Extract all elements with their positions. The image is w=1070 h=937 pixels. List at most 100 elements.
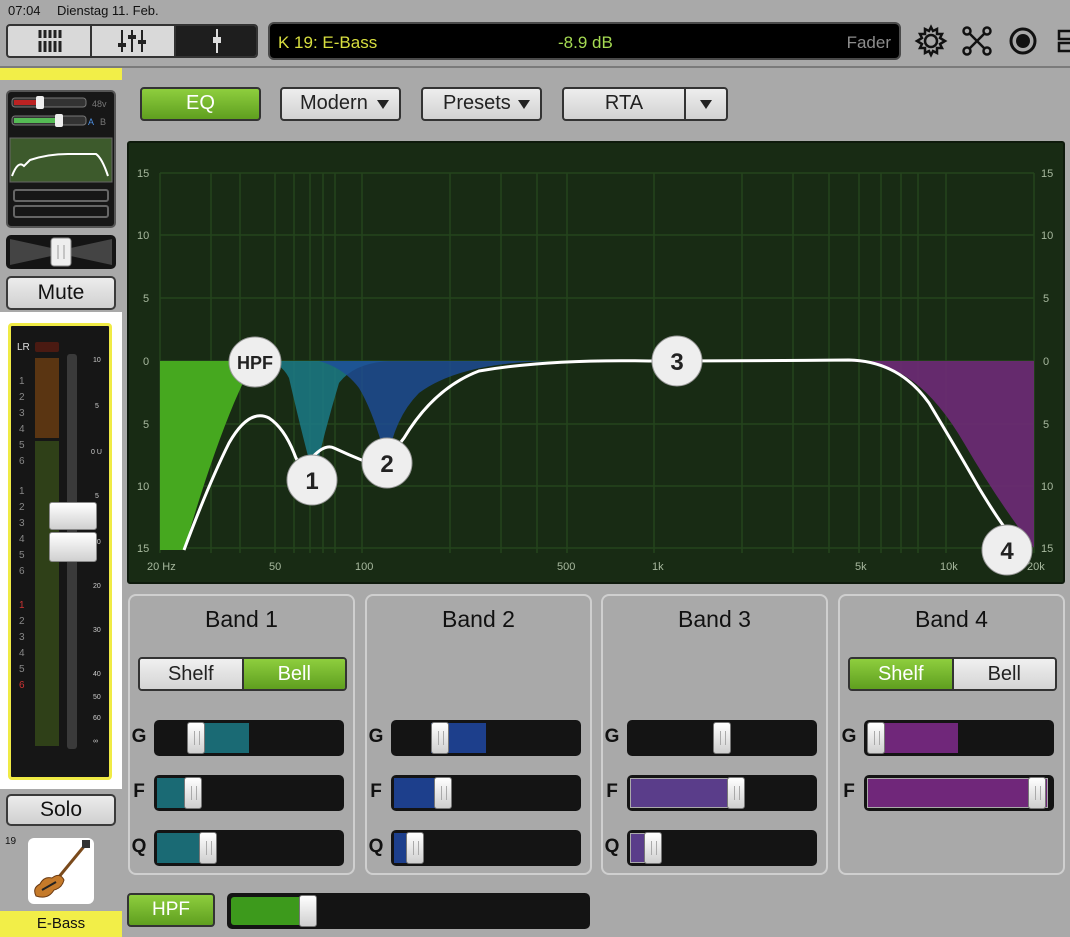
band2-q-slider[interactable] — [391, 830, 581, 866]
svg-text:5: 5 — [19, 664, 25, 675]
presets-dropdown[interactable]: Presets — [421, 87, 542, 121]
slider-thumb[interactable] — [727, 777, 745, 809]
slider-thumb[interactable] — [434, 777, 452, 809]
grid-menu-icon[interactable] — [1050, 24, 1070, 58]
band2-gain-slider[interactable] — [391, 720, 581, 756]
phantom-label: 48v — [92, 99, 107, 109]
fader-icon — [213, 29, 221, 53]
band2-area — [319, 361, 549, 463]
band4-freq-slider[interactable] — [864, 775, 1054, 811]
view-fader-button[interactable] — [176, 26, 256, 56]
svg-text:40: 40 — [93, 671, 101, 678]
channel-number: 19 — [5, 836, 17, 847]
band1-gain-slider[interactable] — [154, 720, 344, 756]
channel-strip-icon — [118, 30, 146, 52]
view-selector — [6, 24, 258, 58]
freq-label: F — [843, 781, 855, 802]
q-label: Q — [131, 836, 147, 857]
slider-thumb[interactable] — [1028, 777, 1046, 809]
band1-bell-button[interactable]: Bell — [241, 659, 345, 689]
db-label: 5 — [1043, 293, 1049, 305]
db-label: 5 — [143, 293, 149, 305]
hpf-node[interactable]: HPF — [228, 336, 282, 388]
mini-controls: 48v A B — [9, 96, 113, 218]
slider-thumb[interactable] — [644, 832, 662, 864]
freq-label: 20k — [1027, 561, 1045, 573]
svg-text:50: 50 — [93, 694, 101, 701]
band4-bell-button[interactable]: Bell — [951, 659, 1055, 689]
view-channel-button[interactable] — [92, 26, 176, 56]
svg-text:4: 4 — [19, 424, 25, 435]
solo-button[interactable]: Solo — [6, 794, 116, 826]
eq-toggle-button[interactable]: EQ — [140, 87, 261, 121]
hpf-toggle-button[interactable]: HPF — [127, 893, 215, 927]
eq-graph[interactable]: 15 10 5 0 5 10 15 15 10 5 0 5 10 15 20 H… — [127, 141, 1065, 584]
channel-name[interactable]: E-Bass — [0, 911, 122, 937]
band2-node[interactable]: 2 — [361, 437, 413, 489]
band-4-panel: Band 4 Shelf Bell G F — [838, 594, 1065, 875]
input-a-label: A — [88, 117, 94, 127]
channel-strip: 48v A B Mute LR 1 2 3 4 5 6 1 2 3 4 5 6 … — [0, 68, 122, 937]
band1-freq-slider[interactable] — [154, 775, 344, 811]
svg-text:4: 4 — [1000, 538, 1014, 565]
svg-text:3: 3 — [670, 349, 683, 376]
band4-gain-slider[interactable] — [864, 720, 1054, 756]
band1-shelf-button[interactable]: Shelf — [140, 659, 242, 689]
svg-text:60: 60 — [93, 715, 101, 722]
band3-gain-slider[interactable] — [627, 720, 817, 756]
svg-text:6: 6 — [19, 680, 25, 691]
slider-thumb[interactable] — [406, 832, 424, 864]
svg-text:5: 5 — [95, 403, 99, 410]
display-level: -8.9 dB — [558, 33, 613, 52]
slider-thumb[interactable] — [299, 895, 317, 927]
mute-button[interactable]: Mute — [6, 276, 116, 310]
slider-thumb[interactable] — [199, 832, 217, 864]
db-label: 0 — [1043, 356, 1049, 368]
freq-label: 10k — [940, 561, 958, 573]
svg-text:∞: ∞ — [93, 738, 98, 745]
db-label: 10 — [1041, 481, 1053, 493]
band4-shelf-button[interactable]: Shelf — [850, 659, 952, 689]
rta-dropdown-chevron-icon[interactable] — [700, 100, 712, 109]
channel-overview[interactable]: 48v A B — [6, 90, 116, 228]
band3-node[interactable]: 3 — [651, 335, 703, 387]
band4-node[interactable]: 4 — [981, 524, 1033, 576]
band-title: Band 2 — [442, 606, 515, 632]
slider-thumb[interactable] — [184, 777, 202, 809]
band-title: Band 1 — [205, 606, 278, 632]
view-mixer-button[interactable] — [8, 26, 92, 56]
hpf-slider[interactable] — [227, 893, 590, 929]
band4-type-toggle: Shelf Bell — [848, 657, 1057, 691]
pan-control[interactable] — [6, 235, 116, 269]
slider-thumb[interactable] — [187, 722, 205, 754]
eq-graph-canvas: 15 10 5 0 5 10 15 15 10 5 0 5 10 15 20 H… — [137, 168, 1053, 576]
slider-thumb[interactable] — [867, 722, 885, 754]
band-3-panel: Band 3 G F Q — [601, 594, 828, 875]
gear-icon[interactable] — [914, 24, 948, 58]
band3-freq-slider[interactable] — [627, 775, 817, 811]
db-label: 15 — [137, 543, 149, 555]
channel-display[interactable]: K 19: E-Bass -8.9 dB Fader — [268, 22, 901, 60]
band1-node[interactable]: 1 — [286, 454, 338, 506]
svg-text:HPF: HPF — [237, 353, 273, 373]
freq-label: 100 — [355, 561, 373, 573]
slider-thumb[interactable] — [713, 722, 731, 754]
svg-text:2: 2 — [19, 616, 25, 627]
slider-thumb[interactable] — [431, 722, 449, 754]
band2-freq-slider[interactable] — [391, 775, 581, 811]
db-label: 15 — [137, 168, 149, 180]
fader-thumb-upper[interactable] — [49, 502, 97, 530]
svg-text:3: 3 — [19, 632, 25, 643]
bass-guitar-icon[interactable] — [28, 838, 94, 904]
band-1-panel: Band 1 Shelf Bell G F Q — [128, 594, 355, 875]
svg-text:5: 5 — [19, 550, 25, 561]
top-bar: 07:04 Dienstag 11. Feb. K 19: E-Bass -8.… — [0, 0, 1070, 68]
record-icon[interactable] — [1006, 24, 1040, 58]
gain-label: G — [841, 726, 857, 747]
fader-thumb[interactable] — [49, 532, 97, 562]
band3-q-slider[interactable] — [627, 830, 817, 866]
routing-icon[interactable] — [960, 24, 994, 58]
eq-mode-dropdown[interactable]: Modern — [280, 87, 401, 121]
rta-button[interactable]: RTA — [564, 89, 686, 119]
band1-q-slider[interactable] — [154, 830, 344, 866]
